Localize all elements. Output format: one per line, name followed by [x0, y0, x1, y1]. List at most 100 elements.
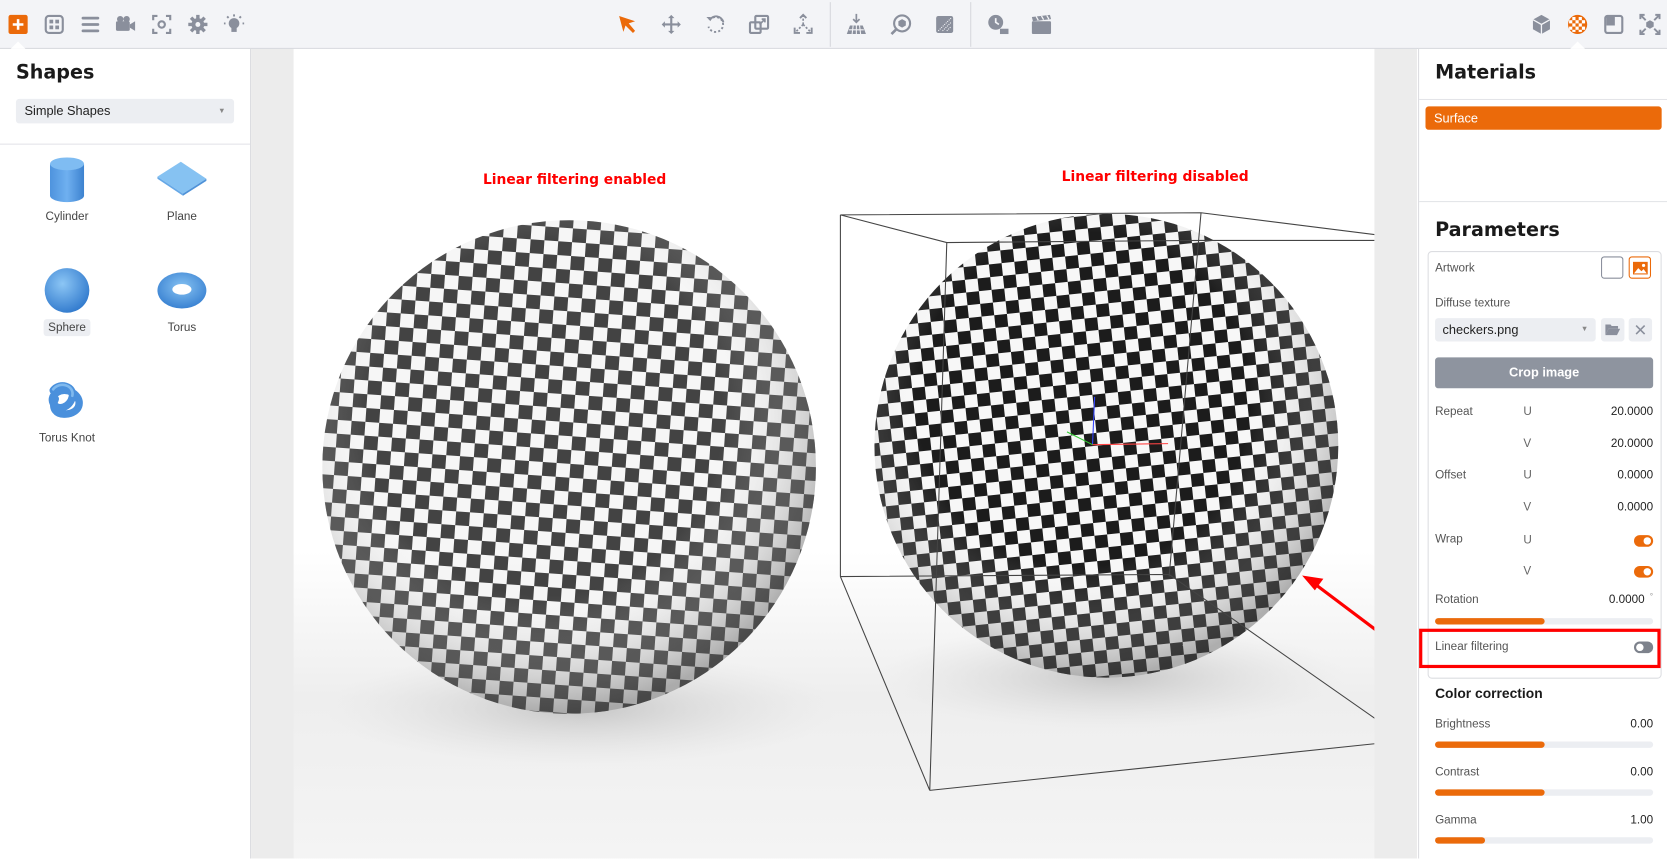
toggle-knob	[1643, 537, 1652, 545]
fullscreen-icon	[1639, 13, 1661, 35]
timeline-button[interactable]	[985, 12, 1011, 38]
view-object-button[interactable]	[888, 12, 914, 38]
shape-label: Torus	[167, 321, 197, 335]
move-icon	[661, 14, 681, 35]
offset-v-input[interactable]: 0.0000	[1617, 501, 1653, 514]
repeat-v-input[interactable]: 20.0000	[1611, 437, 1653, 450]
animation-button[interactable]	[1029, 12, 1055, 38]
shape-label: Cylinder	[45, 210, 89, 224]
layers-button[interactable]	[78, 12, 104, 38]
drop-to-floor-icon	[846, 13, 866, 35]
shape-plane[interactable]: Plane	[134, 153, 230, 249]
sphere-linear-filtered[interactable]	[298, 191, 843, 736]
light-icon	[223, 14, 245, 32]
clear-texture-button[interactable]	[1628, 318, 1653, 342]
fullscreen-button[interactable]	[1637, 12, 1663, 38]
app-window: Shapes Simple Shapes ▼ Cylinder Plane Sp…	[0, 0, 1667, 859]
sphere-icon	[44, 268, 90, 313]
move-tool-button[interactable]	[658, 12, 684, 38]
artwork-image-button[interactable]	[1628, 256, 1652, 279]
select-arrow-icon	[619, 15, 636, 33]
rotation-slider[interactable]	[1435, 618, 1654, 625]
object-properties-button[interactable]	[1529, 12, 1555, 38]
gear-icon	[188, 14, 208, 35]
repeat-label: Repeat	[1435, 405, 1473, 419]
gamma-value[interactable]: 1.00	[1630, 814, 1653, 827]
divider	[0, 143, 250, 145]
wrap-u-toggle[interactable]	[1633, 535, 1654, 547]
offset-u-input[interactable]: 0.0000	[1617, 469, 1653, 482]
contrast-label: Contrast	[1435, 765, 1480, 779]
rotate-tool-button[interactable]	[703, 12, 729, 38]
u-label: U	[1523, 534, 1532, 547]
offset-label: Offset	[1435, 469, 1467, 482]
active-tab-caret	[10, 41, 26, 49]
parameters-box	[1427, 251, 1662, 679]
gamma-label: Gamma	[1435, 813, 1477, 827]
camera-button[interactable]	[113, 12, 139, 38]
scene-icon	[1604, 14, 1624, 35]
repeat-u-input[interactable]: 20.0000	[1611, 405, 1653, 418]
diffuse-texture-label: Diffuse texture	[1435, 296, 1511, 310]
shape-category-select[interactable]: Simple Shapes ▼	[15, 98, 235, 124]
settings-button[interactable]	[185, 12, 211, 38]
camera-icon	[115, 15, 136, 31]
scale-icon	[748, 14, 770, 35]
slider-fill	[1435, 789, 1545, 796]
toggle-knob	[1643, 568, 1652, 576]
diffuse-texture-select[interactable]: checkers.png ▼	[1435, 318, 1596, 342]
shape-torus-knot[interactable]: Torus Knot	[19, 374, 115, 470]
slider-fill	[1435, 618, 1545, 625]
shape-cylinder[interactable]: Cylinder	[19, 153, 115, 249]
gamma-slider[interactable]	[1435, 837, 1654, 844]
render-canvas[interactable]: Linear filtering enabled Linear filterin…	[293, 48, 1375, 859]
object-icon	[1532, 14, 1551, 35]
scene-button[interactable]	[1601, 12, 1627, 38]
toolbar-divider	[970, 2, 972, 47]
focus-button[interactable]	[149, 12, 175, 38]
cylinder-icon	[49, 157, 85, 203]
rotation-label: Rotation	[1435, 593, 1479, 607]
render-quality-button[interactable]	[932, 12, 958, 38]
parameters-title: Parameters	[1435, 219, 1560, 242]
brightness-value[interactable]: 0.00	[1630, 718, 1653, 731]
add-button[interactable]	[5, 12, 31, 38]
view-object-icon	[890, 14, 912, 35]
brightness-label: Brightness	[1435, 718, 1491, 731]
materials-tab-button[interactable]	[1565, 12, 1591, 38]
select-tool-button[interactable]	[615, 12, 641, 38]
drop-to-floor-button[interactable]	[844, 12, 870, 38]
contrast-value[interactable]: 0.00	[1630, 766, 1653, 779]
contrast-slider[interactable]	[1435, 789, 1654, 796]
open-file-button[interactable]	[1601, 318, 1625, 342]
3d-viewport[interactable]: Linear filtering enabled Linear filterin…	[251, 48, 1417, 859]
u-label: U	[1523, 469, 1532, 482]
layers-icon	[81, 16, 100, 33]
torus-icon	[157, 272, 207, 309]
add-icon	[8, 14, 28, 35]
rotation-input[interactable]: 0.0000	[1609, 594, 1645, 607]
divider	[1419, 201, 1667, 203]
material-item-surface[interactable]: Surface	[1425, 106, 1662, 130]
sphere-nearest-filtered[interactable]	[845, 185, 1371, 711]
artwork-none-button[interactable]	[1601, 256, 1624, 279]
scale-tool-button[interactable]	[747, 12, 773, 38]
degree-unit: °	[1649, 591, 1654, 602]
shape-sphere[interactable]: Sphere	[19, 264, 115, 360]
axis-scale-button[interactable]	[790, 12, 816, 38]
toolbar-divider	[829, 2, 831, 47]
annotation-arrow	[1302, 575, 1375, 631]
wrap-v-toggle[interactable]	[1633, 565, 1654, 578]
divider	[1419, 98, 1667, 100]
lighting-button[interactable]	[221, 12, 247, 38]
annotation-label-enabled: Linear filtering enabled	[482, 172, 667, 189]
clapperboard-icon	[1031, 14, 1052, 35]
folder-open-icon	[1605, 324, 1621, 336]
crop-image-button[interactable]: Crop image	[1435, 357, 1654, 389]
shape-torus[interactable]: Torus	[134, 264, 230, 360]
brightness-slider[interactable]	[1435, 741, 1654, 748]
v-label: V	[1523, 437, 1532, 450]
library-button[interactable]	[41, 12, 67, 38]
file-name: checkers.png	[1442, 322, 1519, 338]
slider-fill	[1435, 837, 1486, 844]
